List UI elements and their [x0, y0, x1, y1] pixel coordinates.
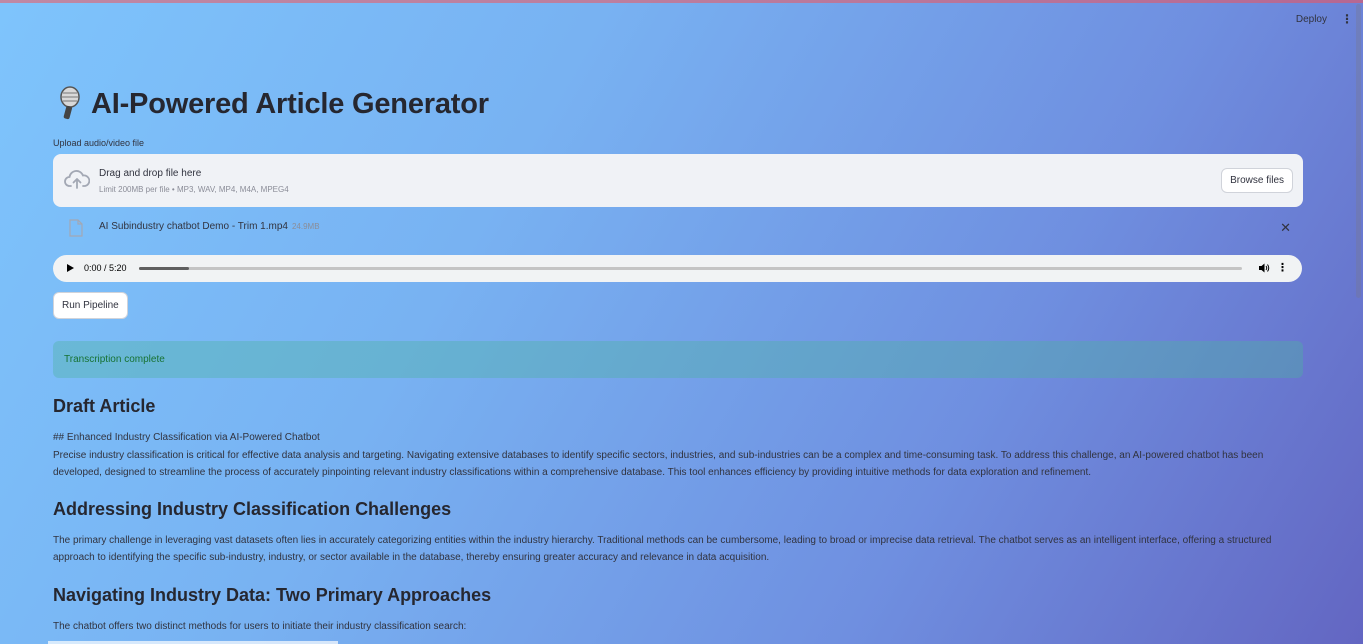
section2-text: The chatbot offers two distinct methods …	[53, 621, 467, 632]
uploaded-file-row: AI Subindustry chatbot Demo - Trim 1.mp4…	[53, 218, 1303, 238]
run-pipeline-button[interactable]: Run Pipeline	[53, 292, 128, 319]
file-dropzone[interactable]: Drag and drop file here Limit 200MB per …	[53, 154, 1303, 207]
microphone-icon	[60, 86, 80, 120]
file-size: 24.9MB	[291, 222, 320, 231]
status-text: Transcription complete	[64, 354, 165, 365]
dropzone-title: Drag and drop file here	[99, 168, 202, 179]
play-icon[interactable]	[67, 264, 74, 272]
status-alert: Transcription complete	[53, 341, 1303, 378]
audio-player: 0:00 / 5:20 ⋮	[53, 255, 1302, 282]
file-name-text: AI Subindustry chatbot Demo - Trim 1.mp4	[99, 221, 288, 232]
app-header: Deploy ⋮	[1296, 13, 1353, 25]
section1-text: The primary challenge in leveraging vast…	[53, 535, 1272, 563]
article-intro-text: Precise industry classification is criti…	[53, 450, 1264, 478]
main-menu-icon[interactable]: ⋮	[1341, 13, 1353, 25]
page-title: AI-Powered Article Generator	[91, 87, 489, 120]
dropzone-limits: Limit 200MB per file • MP3, WAV, MP4, M4…	[99, 185, 289, 194]
upload-label: Upload audio/video file	[53, 138, 145, 148]
page-scrollbar[interactable]	[1356, 4, 1361, 298]
audio-options-icon[interactable]: ⋮	[1277, 261, 1288, 274]
deploy-button[interactable]: Deploy	[1296, 14, 1327, 25]
section1-heading: Addressing Industry Classification Chall…	[53, 499, 452, 519]
uploaded-file-name: AI Subindustry chatbot Demo - Trim 1.mp4…	[99, 221, 320, 232]
page-title-row: AI-Powered Article Generator	[53, 86, 489, 122]
file-icon	[69, 219, 83, 237]
browse-files-button[interactable]: Browse files	[1221, 168, 1293, 193]
section2-heading: Navigating Industry Data: Two Primary Ap…	[53, 585, 492, 605]
article-intro-heading: ## Enhanced Industry Classification via …	[53, 432, 320, 443]
article-heading: Draft Article	[53, 396, 156, 416]
audio-time: 0:00 / 5:20	[84, 263, 127, 273]
audio-progress-fill	[139, 267, 189, 270]
remove-file-icon[interactable]: ✕	[1280, 220, 1291, 236]
audio-seek-bar[interactable]	[139, 267, 1242, 270]
cloud-upload-icon	[64, 170, 90, 189]
top-decoration-bar	[0, 0, 1363, 3]
volume-icon[interactable]	[1258, 262, 1270, 274]
